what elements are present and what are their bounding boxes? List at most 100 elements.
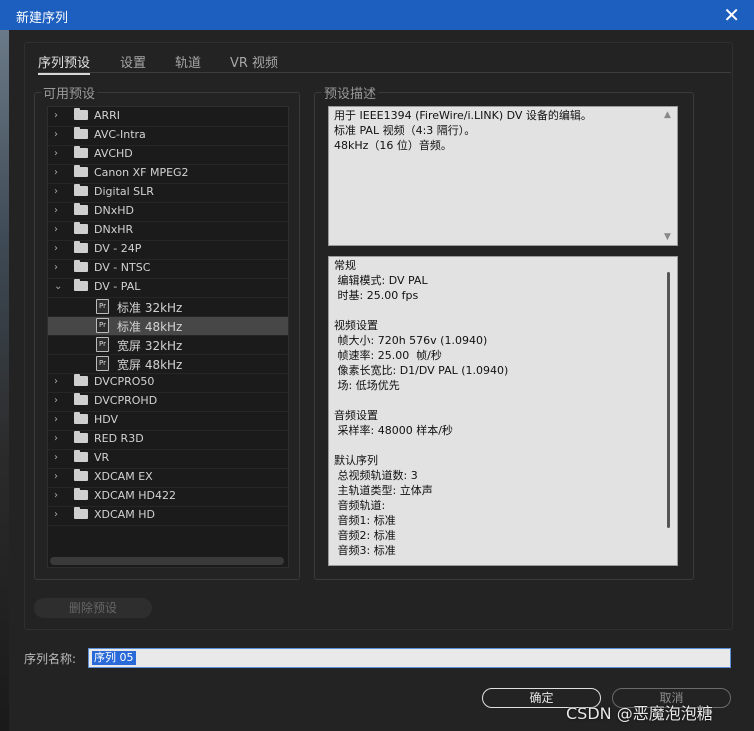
tree-folder-row[interactable]: › RED R3D [48,430,288,450]
tree-folder-row[interactable]: › DVCPROHD [48,392,288,412]
tree-row-label: RED R3D [94,432,144,445]
chevron-right-icon[interactable]: › [54,453,64,463]
info-scrollbar[interactable] [660,258,676,564]
tree-row-label: 宽屏 32kHz [117,339,183,353]
chevron-right-icon[interactable]: › [54,225,64,235]
tree-row-label: 宽屏 48kHz [117,358,183,372]
tree-row-label: DV - NTSC [94,261,151,274]
tree-row-label: XDCAM EX [94,470,153,483]
tree-row-label: XDCAM HD [94,508,155,521]
tree-row-label: VR [94,451,110,464]
folder-icon [74,184,88,196]
tree-folder-row[interactable]: › ARRI [48,107,288,127]
tree-row-label: XDCAM HD422 [94,489,176,502]
chevron-right-icon[interactable]: › [54,244,64,254]
chevron-right-icon[interactable]: › [54,510,64,520]
chevron-right-icon[interactable]: › [54,472,64,482]
tree-row-label: Canon XF MPEG2 [94,166,189,179]
tree-row-label: Digital SLR [94,185,154,198]
chevron-right-icon[interactable]: › [54,130,64,140]
info-text: 常规 编辑模式: DV PAL 时基: 25.00 fps 视频设置 帧大小: … [334,259,509,557]
tree-row-label: ARRI [94,109,121,122]
folder-icon [74,165,88,177]
close-icon[interactable]: ✕ [723,3,740,27]
chevron-right-icon[interactable]: › [54,111,64,121]
tree-folder-row[interactable]: › DVCPRO50 [48,373,288,393]
folder-icon [74,374,88,386]
chevron-right-icon[interactable]: › [54,149,64,159]
window-title: 新建序列 [16,11,69,26]
tree-folder-row[interactable]: › Digital SLR [48,183,288,203]
tree-row-label: DV - PAL [94,280,141,293]
tree-folder-row[interactable]: › DNxHD [48,202,288,222]
chevron-right-icon[interactable]: › [54,396,64,406]
preset-tree[interactable]: › XDCAM HD › XDCAM HD422 › XDCAM EX › VR › RED R3… [47,106,289,568]
folder-icon [74,108,88,120]
folder-icon [74,127,88,139]
chevron-right-icon[interactable]: › [54,168,64,178]
tree-row-label: 标准 32kHz [117,301,183,315]
chevron-right-icon[interactable]: › [54,415,64,425]
folder-icon [74,260,88,272]
horizontal-scrollbar[interactable] [50,557,284,565]
sequence-name-input[interactable]: 序列 05 [88,648,731,668]
description-text: 用于 IEEE1394 (FireWire/i.LINK) DV 设备的编辑。 … [334,109,592,152]
chevron-right-icon[interactable]: › [54,377,64,387]
premiere-preset-icon: Pr [96,337,109,352]
tree-folder-row[interactable]: › Canon XF MPEG2 [48,164,288,184]
folder-icon [74,488,88,500]
folder-icon [74,507,88,519]
tree-row-label: DNxHR [94,223,134,236]
chevron-right-icon[interactable]: › [54,434,64,444]
folder-icon [74,222,88,234]
scroll-down-icon[interactable]: ▼ [664,232,671,242]
folder-icon [74,203,88,215]
premiere-preset-icon: Pr [96,356,109,371]
premiere-preset-icon: Pr [96,299,109,314]
scroll-up-icon[interactable]: ▲ [664,110,671,120]
tree-row-label: AVC-Intra [94,128,146,141]
tree-folder-row[interactable]: › AVCHD [48,145,288,165]
tree-preset-row[interactable]: Pr 宽屏 32kHz [48,335,288,355]
title-bar: 新建序列 ✕ [0,0,754,30]
tree-preset-row[interactable]: Pr 标准 32kHz [48,297,288,317]
chevron-right-icon[interactable]: › [54,263,64,273]
tree-folder-row[interactable]: › AVC-Intra [48,126,288,146]
premiere-preset-icon: Pr [96,318,109,333]
chevron-right-icon[interactable]: › [54,491,64,501]
folder-icon [74,469,88,481]
tree-row-label: DV - 24P [94,242,142,255]
tree-preset-row[interactable]: Pr 标准 48kHz [48,316,288,336]
folder-icon [74,241,88,253]
sequence-name-value: 序列 05 [92,651,136,665]
folder-icon [74,393,88,405]
tree-folder-row[interactable]: › XDCAM HD [48,506,288,526]
tree-folder-row[interactable]: ⌄ DV - PAL [48,278,288,298]
background-edge [0,30,9,731]
chevron-right-icon[interactable]: › [54,187,64,197]
tree-row-label: DNxHD [94,204,134,217]
tree-row-label: DVCPROHD [94,394,158,407]
tree-row-label: DVCPRO50 [94,375,155,388]
tree-folder-row[interactable]: › XDCAM EX [48,468,288,488]
tree-folder-row[interactable]: › DNxHR [48,221,288,241]
watermark-text: CSDN @恶魔泡泡糖 [566,704,713,723]
tree-row-label: 标准 48kHz [117,320,183,334]
description-scrollbar[interactable]: ▲ ▼ [660,108,676,244]
folder-icon [74,412,88,424]
delete-preset-button[interactable]: 删除预设 [34,598,152,618]
tree-row-label: HDV [94,413,119,426]
tree-folder-row[interactable]: › DV - NTSC [48,259,288,279]
folder-icon [74,431,88,443]
tree-folder-row[interactable]: › HDV [48,411,288,431]
tree-folder-row[interactable]: › XDCAM HD422 [48,487,288,507]
tree-preset-row[interactable]: Pr 宽屏 48kHz [48,354,288,374]
sequence-info-box: 常规 编辑模式: DV PAL 时基: 25.00 fps 视频设置 帧大小: … [328,256,678,566]
tree-folder-row[interactable]: › VR [48,449,288,469]
chevron-down-icon[interactable]: ⌄ [54,282,64,292]
scrollbar-thumb[interactable] [667,272,670,528]
folder-icon [74,450,88,462]
tree-folder-row[interactable]: › DV - 24P [48,240,288,260]
chevron-right-icon[interactable]: › [54,206,64,216]
folder-icon [74,279,88,291]
